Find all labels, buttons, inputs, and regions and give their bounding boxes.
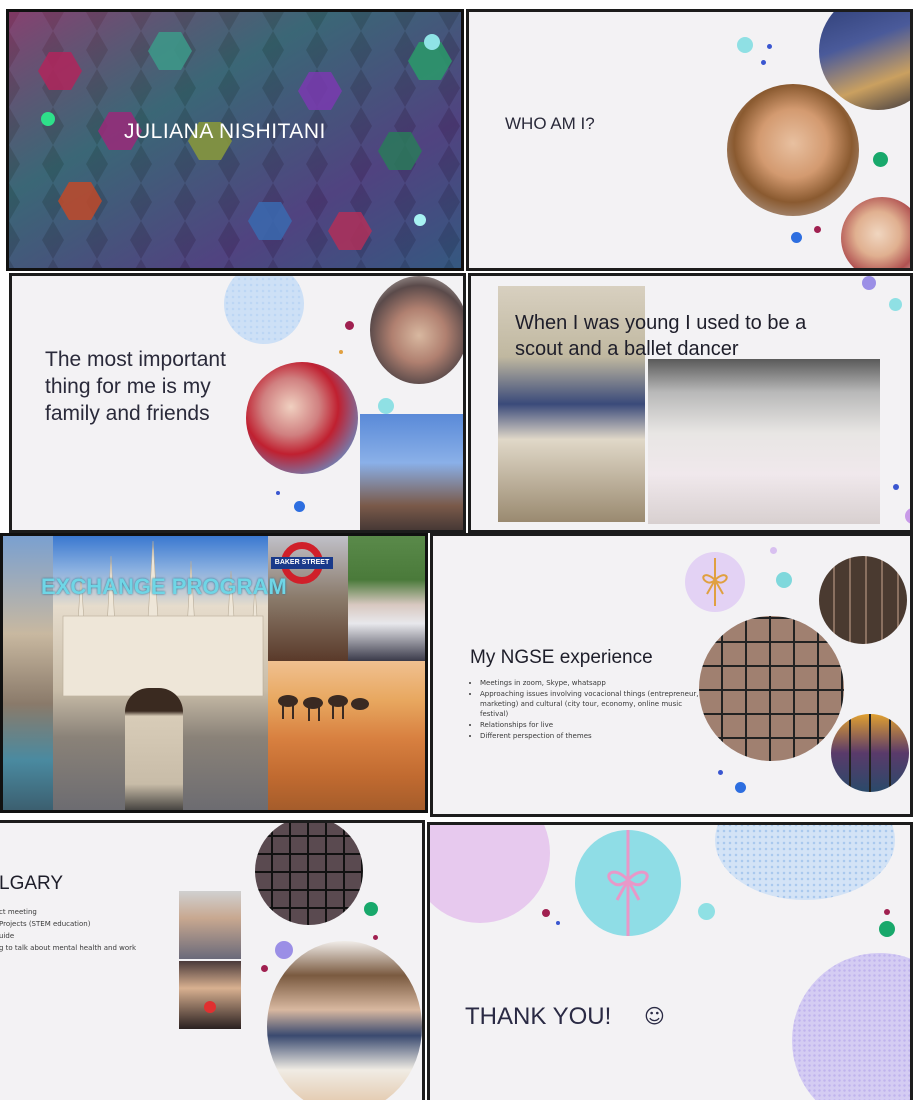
decor-pink-circle — [430, 825, 550, 923]
gift-circle — [685, 552, 745, 612]
decor-dot — [879, 921, 895, 937]
portrait-photo — [727, 84, 859, 216]
decor-dot — [893, 484, 899, 490]
zoom-gallery-photo — [255, 823, 363, 925]
zoom-call-photo-small — [819, 556, 907, 644]
list-item: Relationships for live — [480, 720, 702, 730]
end-call-icon — [204, 1001, 216, 1013]
presenter-name: JULIANA NISHITANI — [124, 120, 326, 143]
decor-dot — [737, 37, 753, 53]
decor-dot — [889, 298, 902, 311]
decor-dotted-circle — [224, 276, 304, 344]
zoom-call-photo-large — [699, 616, 844, 761]
teacher-call-photo — [267, 941, 422, 1100]
smiley-icon: ☺ — [644, 1004, 665, 1028]
slide-heading: EXCHANGE PROGRAM — [41, 574, 287, 599]
decor-dot — [718, 770, 723, 775]
decor-dot — [424, 34, 440, 50]
calgary-list: ct meeting Projects (STEM education) uid… — [0, 906, 174, 954]
decor-dot — [767, 44, 772, 49]
decor-dot — [776, 572, 792, 588]
slide-heading: My NGSE experience — [470, 647, 653, 668]
decor-dot — [814, 226, 821, 233]
ballet-photo — [648, 359, 880, 524]
person-coat-figure — [125, 688, 183, 810]
decor-dot — [556, 921, 560, 925]
friends-photo — [370, 276, 463, 384]
decor-dot — [698, 903, 715, 920]
list-item: g to talk about mental health and work — [0, 944, 137, 952]
decor-dot — [276, 491, 280, 495]
decor-dot — [905, 508, 910, 524]
slide-heading: WHO AM I? — [505, 114, 595, 133]
decor-dot — [414, 214, 426, 226]
list-item: Projects (STEM education) — [0, 920, 91, 928]
slide-young: When I was young I used to be a scout an… — [468, 273, 913, 533]
list-item: Different perspection of themes — [480, 731, 702, 741]
decor-dot — [884, 909, 890, 915]
decor-dot — [275, 941, 293, 959]
slide-heading: LGARY — [0, 873, 64, 894]
slide-title: JULIANA NISHITANI — [6, 9, 464, 271]
video-call-photo-self — [179, 961, 241, 1029]
slide-thank-you: THANK YOU! ☺ — [427, 822, 913, 1100]
decor-dot — [378, 398, 394, 414]
decor-dot — [770, 547, 777, 554]
decor-dot — [339, 350, 343, 354]
decor-dot — [761, 60, 766, 65]
camel-silhouettes — [278, 695, 369, 721]
list-item: Meetings in zoom, Skype, whatsapp — [480, 678, 702, 688]
slide-exchange-program: BAKER STREET EXCHANGE PROGRAM — [0, 533, 428, 813]
bow-icon — [702, 558, 728, 606]
decor-lilac-circle — [792, 953, 910, 1100]
slide-heading: The most important thing for me is my fa… — [45, 348, 226, 425]
slide-heading: When I was young I used to be a scout an… — [515, 312, 807, 360]
slide-calgary: LGARY ct meeting Projects (STEM educatio… — [0, 820, 425, 1100]
slide-family: The most important thing for me is my fa… — [9, 273, 466, 533]
family-photo — [246, 362, 358, 474]
decor-dot — [735, 782, 746, 793]
zoom-call-photo-bottom — [831, 714, 909, 792]
decor-dot — [345, 321, 354, 330]
decor-dot — [261, 965, 268, 972]
decor-dotted-circle — [715, 825, 895, 900]
friends-london-photo — [348, 536, 425, 661]
experience-list: Meetings in zoom, Skype, whatsapp Approa… — [470, 678, 702, 742]
bow-icon — [607, 830, 649, 936]
slide-who-am-i: WHO AM I? — [466, 9, 913, 271]
list-item: uide — [0, 932, 15, 940]
street-sign: BAKER STREET — [271, 557, 333, 569]
decor-dot — [791, 232, 802, 243]
cathedral-spires — [62, 540, 264, 696]
slide-ngse-experience: My NGSE experience Meetings in zoom, Sky… — [430, 533, 913, 817]
decor-dot — [294, 501, 305, 512]
video-call-photo — [179, 891, 241, 959]
list-item: ct meeting — [0, 908, 37, 916]
decor-dot — [862, 276, 876, 290]
decor-dot — [873, 152, 888, 167]
decor-dot — [373, 935, 378, 940]
decor-dot — [542, 909, 550, 917]
city-photo — [819, 12, 910, 110]
gift-circle — [575, 830, 681, 936]
decor-dot — [364, 902, 378, 916]
christ-redeemer-photo — [360, 414, 463, 530]
slide-heading: THANK YOU! — [465, 1003, 612, 1030]
decor-dot — [41, 112, 55, 126]
list-item: Approaching issues involving vocacional … — [480, 689, 702, 719]
child-photo — [841, 197, 910, 268]
